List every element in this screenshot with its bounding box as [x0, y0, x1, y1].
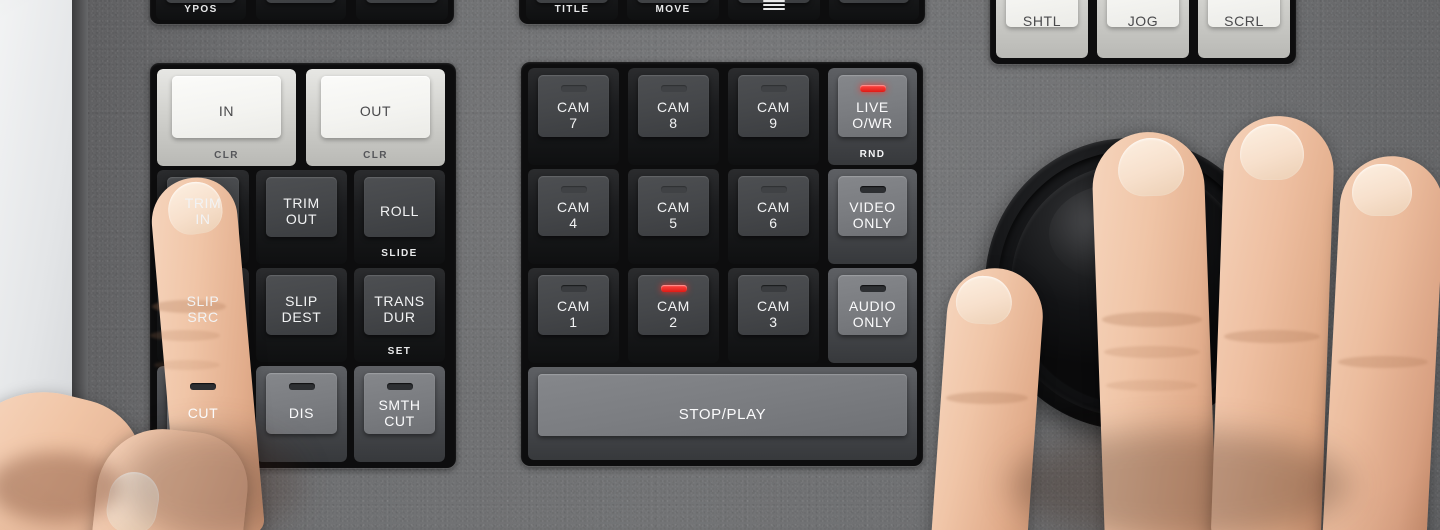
key-out[interactable]: OUT CLR [306, 69, 445, 166]
key-led [760, 186, 787, 193]
key-live-overwrite[interactable]: LIVE O/WR RND [828, 68, 917, 165]
key-skirt [829, 0, 919, 20]
key-led [660, 85, 687, 92]
key-ypos[interactable]: YPOS [156, 0, 246, 20]
key-scrl[interactable]: SCRL [1198, 0, 1290, 58]
key-led [859, 85, 886, 92]
key-sublabel: RND [859, 149, 886, 160]
key-led [859, 186, 886, 193]
key-top [536, 0, 608, 3]
key-sublabel: CLR [214, 150, 239, 161]
key-sublabel: YPOS [184, 4, 218, 15]
key-roll[interactable]: ROLL SLIDE [354, 170, 445, 264]
key-led [760, 85, 787, 92]
key-menu[interactable] [728, 0, 820, 20]
key-sublabel: SLIDE [381, 248, 418, 259]
key-top [364, 176, 435, 237]
key-cam-5[interactable]: CAM 5 [628, 169, 719, 264]
jog-search-dial[interactable] [985, 138, 1277, 430]
key-dis[interactable]: DIS [256, 366, 347, 462]
key-video-only[interactable]: VIDEO ONLY [828, 169, 917, 264]
key-skirt [356, 0, 448, 20]
key-led [660, 186, 687, 193]
hamburger-icon [728, 0, 820, 15]
key-cam-2[interactable]: CAM 2 [628, 268, 719, 363]
key-top [837, 175, 908, 237]
key-jog[interactable]: JOG [1097, 0, 1189, 58]
key-trim-out[interactable]: TRIM OUT [256, 170, 347, 264]
key-led [288, 383, 315, 390]
hamburger-icon-glyph [763, 0, 785, 12]
key-smth-cut[interactable]: SMTH CUT [354, 366, 445, 462]
key-top [266, 176, 337, 237]
key-top [364, 372, 435, 435]
key-led [560, 186, 587, 193]
key-slip-src[interactable]: SLIP SRC [157, 268, 249, 362]
key-top [172, 75, 281, 138]
key-top [538, 274, 609, 336]
key-cam-4[interactable]: CAM 4 [528, 169, 619, 264]
key-top [364, 274, 435, 335]
key-cam-1[interactable]: CAM 1 [528, 268, 619, 363]
key-move[interactable]: MOVE [627, 0, 719, 20]
key-top [1006, 0, 1078, 28]
key-top [167, 274, 239, 335]
speed-editor-photo: YPOS TITLE MOVE SHTL JOG SCRL IN CLR OUT… [0, 0, 1440, 530]
key-in[interactable]: IN CLR [157, 69, 296, 166]
key-led [760, 285, 787, 292]
key-top [366, 0, 438, 3]
key-sublabel: CLR [363, 150, 388, 161]
key-cam-7[interactable]: CAM 7 [528, 68, 619, 165]
desk-surface [0, 0, 78, 530]
key-top [537, 374, 908, 436]
key-led [190, 383, 216, 390]
key-top [165, 0, 237, 3]
key-top [266, 372, 337, 435]
key-trim-in[interactable]: TRIM IN [157, 170, 249, 264]
key-top [167, 372, 239, 435]
key-sublabel: TITLE [554, 4, 590, 15]
key-led [386, 383, 413, 390]
panel-left-edge [72, 0, 88, 530]
key-top [738, 175, 809, 237]
key-top [538, 175, 609, 237]
key-cam-8[interactable]: CAM 8 [628, 68, 719, 165]
key-trans-dur[interactable]: TRANS DUR SET [354, 268, 445, 362]
key-audio-only[interactable]: AUDIO ONLY [828, 268, 917, 363]
key-cam-9[interactable]: CAM 9 [728, 68, 819, 165]
key-shtl[interactable]: SHTL [996, 0, 1088, 58]
key-cam-3[interactable]: CAM 3 [728, 268, 819, 363]
jog-dial-highlight [1049, 183, 1199, 284]
key-slip-dest[interactable]: SLIP DEST [256, 268, 347, 362]
key-cut[interactable]: CUT [157, 366, 249, 462]
key-trans-top-4[interactable] [829, 0, 919, 20]
key-sublabel: SET [387, 346, 412, 357]
jog-dial-face [1011, 164, 1251, 404]
key-top [638, 175, 709, 237]
key-led [660, 285, 687, 292]
key-led [560, 285, 587, 292]
key-skirt [256, 0, 346, 20]
key-cam-6[interactable]: CAM 6 [728, 169, 819, 264]
key-top [321, 75, 430, 138]
key-title[interactable]: TITLE [526, 0, 618, 20]
key-stop-play[interactable]: STOP/PLAY [528, 367, 917, 460]
key-top [167, 176, 239, 237]
key-top [1107, 0, 1179, 28]
key-top [738, 274, 809, 336]
key-led [560, 85, 587, 92]
key-top [266, 274, 337, 335]
key-top [637, 0, 709, 3]
key-edit-top-3[interactable] [356, 0, 448, 20]
key-top [265, 0, 337, 3]
key-top [837, 274, 908, 336]
key-led [859, 285, 886, 292]
key-top [638, 274, 709, 336]
key-sublabel: MOVE [655, 4, 691, 15]
key-top [1208, 0, 1280, 28]
key-top [838, 0, 910, 3]
key-edit-top-2[interactable] [256, 0, 346, 20]
